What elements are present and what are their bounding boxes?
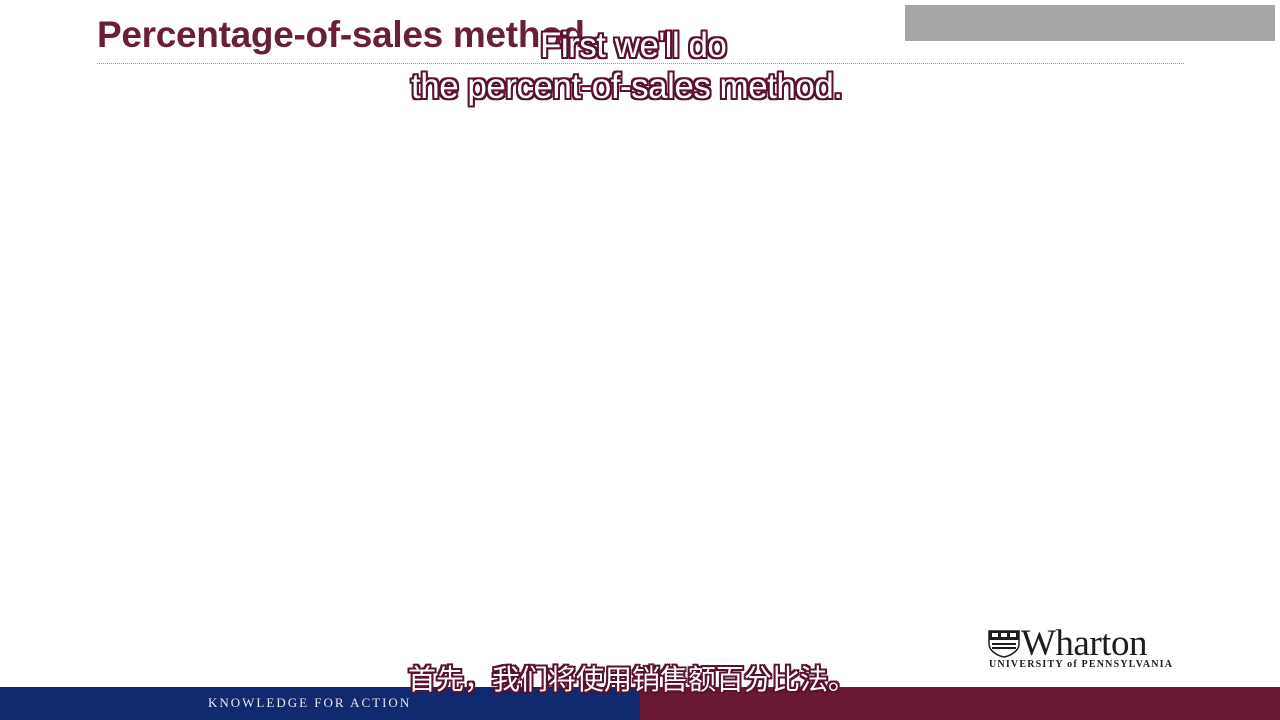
caption-chinese: 首先，我们将使用销售额百分比法。: [407, 663, 856, 696]
overlay-box: [905, 5, 1275, 41]
penn-shield-icon: [988, 630, 1020, 658]
caption-english-line1: First we'll do: [540, 26, 727, 65]
slide: Percentage-of-sales method First we'll d…: [0, 0, 1280, 720]
caption-english-line2: the percent-of-sales method.: [411, 67, 843, 106]
slide-title: Percentage-of-sales method: [97, 14, 585, 55]
